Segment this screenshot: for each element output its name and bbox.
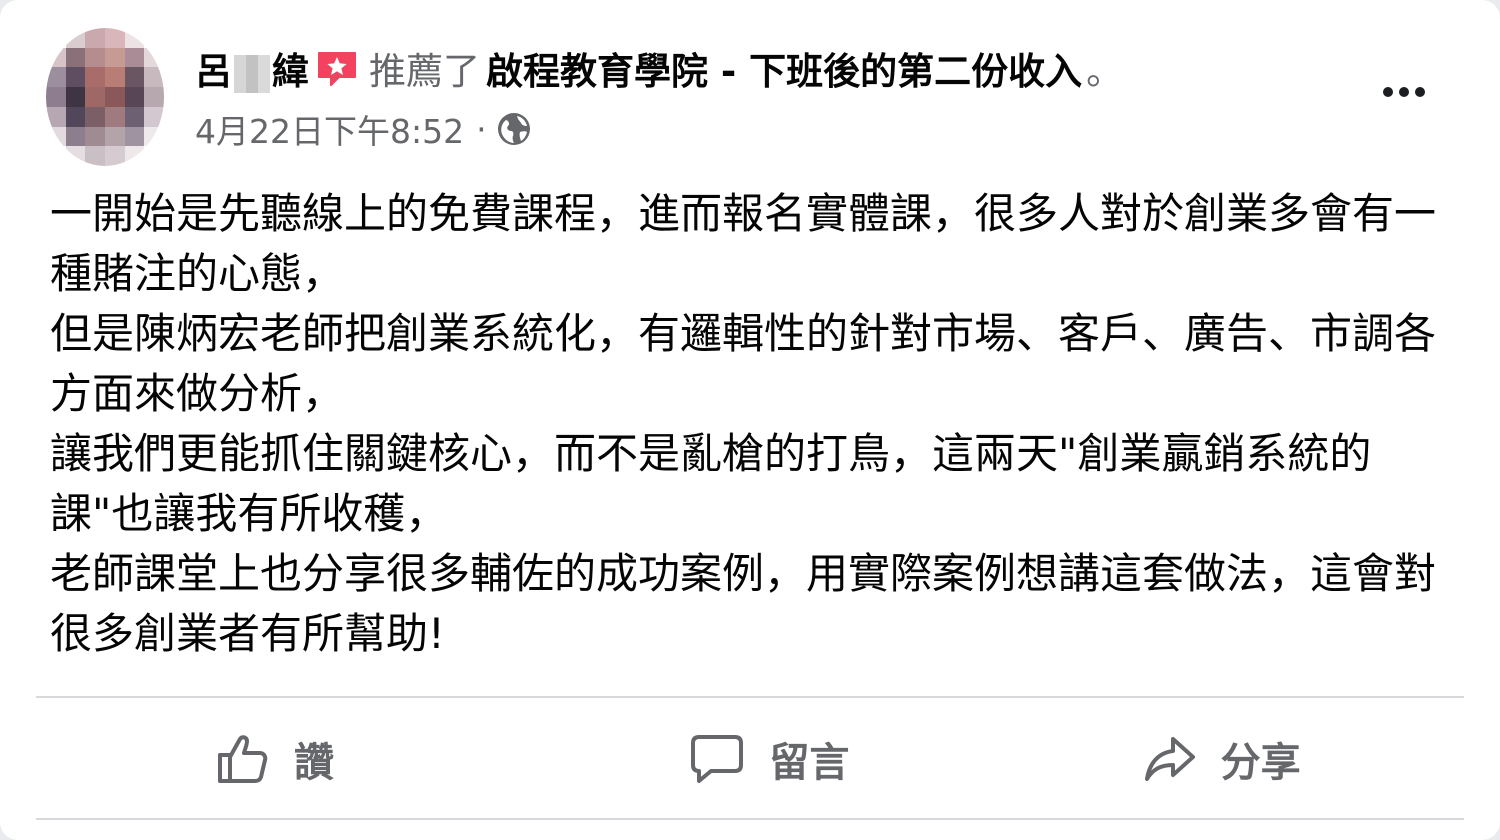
author-name-last: 緯	[272, 50, 309, 93]
author-name[interactable]: 呂緯	[195, 41, 309, 95]
post-paragraph: 讓我們更能抓住關鍵核心，而不是亂槍的打鳥，這兩天"創業贏銷系統的課"也讓我有所收…	[50, 429, 1372, 538]
comment-button[interactable]: 留言	[537, 700, 1012, 818]
post-meta: 4月22日下午8:52 ·	[195, 104, 531, 154]
share-label: 分享	[1220, 740, 1301, 786]
post-paragraph: 一開始是先聽線上的免費課程，進而報名實體課，很多人對於創業多會有一種賭注的心態，	[50, 189, 1437, 298]
share-arrow-icon	[1144, 737, 1195, 781]
name-redaction	[234, 54, 270, 93]
post-card: 呂緯 推薦了 啟程教育學院 - 下班後的第二份收入 。 4月22日下午8:52 …	[0, 0, 1500, 840]
post-body: 一開始是先聽線上的免費課程，進而報名實體課，很多人對於創業多會有一種賭注的心態，…	[50, 184, 1460, 664]
author-name-first: 呂	[195, 50, 232, 93]
meta-separator: ·	[476, 109, 487, 149]
more-options-button[interactable]	[1374, 72, 1434, 112]
comment-label: 留言	[769, 740, 850, 786]
post-header: 呂緯 推薦了 啟程教育學院 - 下班後的第二份收入 。	[195, 40, 1123, 96]
header-period: 。	[1086, 50, 1124, 93]
share-button[interactable]: 分享	[1013, 700, 1464, 818]
like-label: 讚	[294, 740, 334, 786]
post-action-bar: 讚 留言 分享	[36, 700, 1464, 818]
globe-icon[interactable]	[497, 112, 531, 146]
avatar[interactable]	[46, 28, 164, 166]
comment-bubble-icon	[691, 735, 744, 783]
recommend-star-icon	[315, 49, 359, 87]
recommend-action-text: 推薦了	[369, 50, 480, 93]
post-paragraph: 但是陳炳宏老師把創業系統化，有邏輯性的針對市場、客戶、廣告、市調各方面來做分析，	[50, 309, 1437, 418]
more-dots-icon	[1383, 87, 1393, 97]
recommended-page-link[interactable]: 啟程教育學院 - 下班後的第二份收入	[486, 41, 1082, 95]
post-paragraph: 老師課堂上也分享很多輔佐的成功案例，用實際案例想講這套做法，這會對很多創業者有所…	[50, 549, 1437, 658]
post-timestamp[interactable]: 4月22日下午8:52	[195, 105, 464, 153]
actions-divider-top	[36, 696, 1464, 698]
thumbs-up-icon	[218, 735, 268, 783]
like-button[interactable]: 讚	[36, 700, 537, 818]
actions-divider-bottom	[36, 818, 1464, 820]
